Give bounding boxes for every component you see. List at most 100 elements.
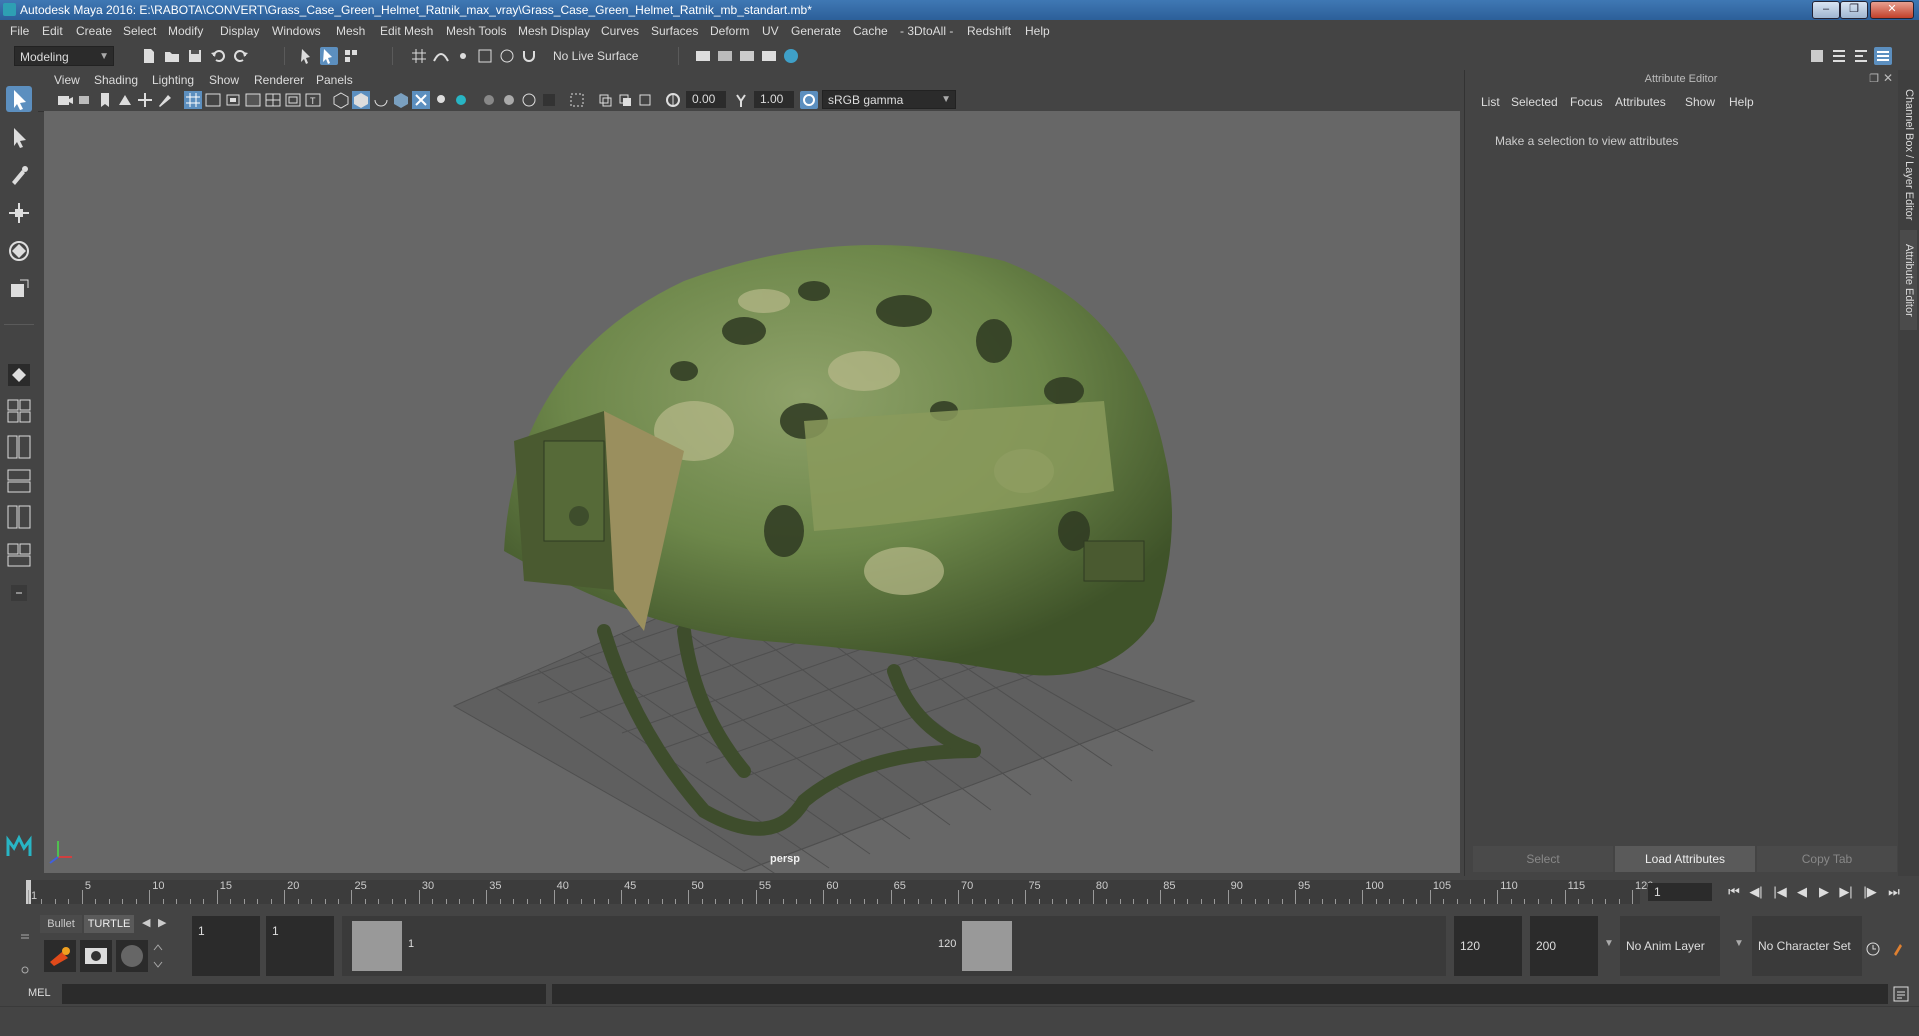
render-current-frame-icon[interactable] (716, 47, 734, 65)
turtle-sphere-icon[interactable] (116, 940, 148, 972)
snap-grid-icon[interactable] (410, 47, 428, 65)
render-view-icon[interactable] (760, 47, 778, 65)
menu-mesh-tools[interactable]: Mesh Tools (446, 24, 506, 38)
scale-tool-icon[interactable] (6, 276, 32, 302)
time-ruler[interactable]: 1 5 10 15 20 25 30 35 40 45 50 55 60 65 70 75 80 85 90 95 10… (26, 880, 1653, 904)
hypershade-layout-icon[interactable] (6, 504, 32, 530)
playback-start-field[interactable]: 1 (266, 916, 334, 976)
tab-channel-box-layer-editor[interactable]: Channel Box / Layer Editor (1900, 80, 1917, 230)
shelf-next-icon[interactable]: ▶ (158, 916, 166, 929)
menu-set-dropdown[interactable]: Modeling ▼ (14, 46, 114, 66)
open-scene-icon[interactable] (163, 47, 181, 65)
minimize-icon[interactable]: – (1812, 1, 1840, 19)
motion-blur-icon[interactable] (480, 91, 498, 109)
view-transform-dropdown[interactable]: sRGB gamma ▼ (822, 90, 956, 109)
hypershade-icon[interactable] (782, 47, 800, 65)
outliner-toggle-icon[interactable] (1830, 47, 1848, 65)
safe-title-icon[interactable]: T (304, 91, 322, 109)
shelf-options-icon[interactable] (20, 918, 30, 978)
screen-space-ao-icon[interactable] (452, 91, 470, 109)
menu-mesh-display[interactable]: Mesh Display (518, 24, 590, 38)
grease-pencil-icon[interactable] (156, 91, 174, 109)
xray-icon[interactable] (540, 91, 558, 109)
wireframe-icon[interactable] (332, 91, 350, 109)
menu-create[interactable]: Create (76, 24, 112, 38)
play-forwards-icon[interactable]: ▶ (1816, 884, 1832, 900)
menu-modify[interactable]: Modify (168, 24, 203, 38)
viewport-menu-show[interactable]: Show (209, 73, 239, 87)
image-plane-icon[interactable] (116, 91, 134, 109)
select-component-icon[interactable] (342, 47, 360, 65)
viewport-menu-shading[interactable]: Shading (94, 73, 138, 87)
shadows-icon[interactable] (432, 91, 450, 109)
shelf-tab-bullet[interactable]: Bullet (40, 915, 82, 933)
use-all-lights-icon[interactable] (412, 91, 430, 109)
ae-menu-attributes[interactable]: Attributes (1615, 95, 1666, 109)
depth-of-field-icon[interactable] (520, 91, 538, 109)
step-back-frame-icon[interactable]: ◀| (1748, 884, 1764, 900)
viewport-menu-panels[interactable]: Panels (316, 73, 353, 87)
menu-curves[interactable]: Curves (601, 24, 639, 38)
step-back-key-icon[interactable]: |◀ (1772, 884, 1788, 900)
ipr-render-icon[interactable] (738, 47, 756, 65)
range-slider[interactable]: 1 120 (342, 916, 1446, 976)
auto-key-icon[interactable] (1864, 940, 1882, 958)
viewport-menu-view[interactable]: View (54, 73, 80, 87)
viewport-menu-renderer[interactable]: Renderer (254, 73, 304, 87)
rotate-tool-icon[interactable] (6, 238, 32, 264)
camera-attributes-icon[interactable] (76, 91, 94, 109)
menu-file[interactable]: File (10, 24, 29, 38)
menu-uv[interactable]: UV (762, 24, 779, 38)
turtle-render-icon[interactable] (44, 940, 76, 972)
film-gate-icon[interactable] (204, 91, 222, 109)
persp-outliner-layout-icon[interactable] (6, 434, 32, 460)
four-view-layout-icon[interactable] (6, 398, 32, 424)
snap-view-plane-icon[interactable] (476, 47, 494, 65)
snap-curve-icon[interactable] (432, 47, 450, 65)
gate-mask-icon[interactable] (244, 91, 262, 109)
character-set-field[interactable]: No Character Set (1752, 916, 1862, 976)
resolution-gate-icon[interactable] (224, 91, 242, 109)
menu-display[interactable]: Display (220, 24, 259, 38)
select-object-icon[interactable] (320, 47, 338, 65)
live-surface-field[interactable]: No Live Surface (548, 46, 642, 66)
menu-cache[interactable]: Cache (853, 24, 888, 38)
exposure-icon[interactable] (664, 91, 682, 109)
more-layouts-icon[interactable] (6, 580, 32, 606)
menu-edit[interactable]: Edit (42, 24, 63, 38)
playback-end-field[interactable]: 120 (1454, 916, 1522, 976)
make-live-icon[interactable] (498, 47, 516, 65)
move-tool-icon[interactable] (6, 200, 32, 226)
safe-action-icon[interactable] (284, 91, 302, 109)
ae-copy-tab-button[interactable]: Copy Tab (1757, 846, 1897, 872)
multisample-aa-icon[interactable] (500, 91, 518, 109)
close-panel-icon[interactable]: ✕ (1883, 71, 1893, 85)
modeling-toolkit-icon[interactable] (1808, 47, 1826, 65)
new-scene-icon[interactable] (140, 47, 158, 65)
restore-icon[interactable]: ❐ (1840, 1, 1868, 19)
paint-select-tool-icon[interactable] (6, 162, 32, 188)
menu-mesh[interactable]: Mesh (336, 24, 365, 38)
gamma-field[interactable]: 1.00 (754, 91, 794, 108)
render-settings-icon[interactable] (694, 47, 712, 65)
save-scene-icon[interactable] (186, 47, 204, 65)
color-management-icon[interactable] (800, 91, 818, 109)
exposure-field[interactable]: 0.00 (686, 91, 726, 108)
menu-3dtoall[interactable]: - 3DtoAll - (900, 24, 953, 38)
render-layout-icon[interactable] (6, 542, 32, 568)
ae-load-attributes-button[interactable]: Load Attributes (1615, 846, 1755, 872)
smooth-shade-icon[interactable] (352, 91, 370, 109)
menu-edit-mesh[interactable]: Edit Mesh (380, 24, 433, 38)
current-frame-field[interactable]: 1 (1648, 883, 1712, 901)
xray-joints-icon[interactable] (596, 91, 614, 109)
gamma-icon[interactable] (732, 91, 750, 109)
select-hierarchy-icon[interactable] (298, 47, 316, 65)
xray-active-components-icon[interactable] (616, 91, 634, 109)
command-input[interactable] (62, 984, 546, 1004)
channel-box-toggle-icon[interactable] (1874, 47, 1892, 65)
ae-select-button[interactable]: Select (1473, 846, 1613, 872)
go-to-end-icon[interactable]: ⏭ (1886, 884, 1902, 900)
ae-menu-list[interactable]: List (1481, 95, 1500, 109)
menu-surfaces[interactable]: Surfaces (651, 24, 698, 38)
backface-culling-icon[interactable] (636, 91, 654, 109)
